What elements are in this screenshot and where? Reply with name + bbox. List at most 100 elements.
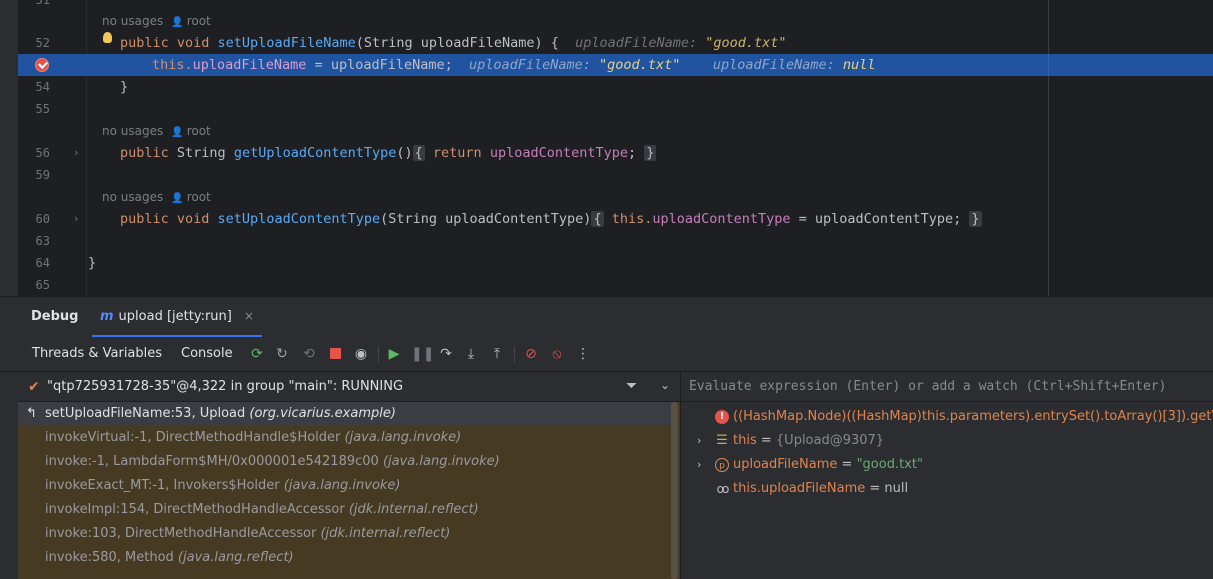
line-number: 56 (35, 146, 50, 160)
thread-selector[interactable]: ✔ "qtp725931728-35"@4,322 in group "main… (18, 372, 680, 402)
object-stack-icon: ☰ (716, 433, 728, 448)
frame-method: invoke:103, DirectMethodHandleAccessor (45, 526, 321, 541)
stop-icon[interactable] (326, 345, 344, 363)
code-line[interactable]: 65 (18, 274, 1213, 296)
equals-sign: = (837, 457, 857, 472)
author-name: root (186, 190, 211, 204)
frame-method: invokeExact_MT:-1, Invokers$Holder (45, 478, 284, 493)
lightbulb-icon[interactable] (103, 32, 112, 43)
code-text: } (120, 79, 129, 95)
restart-frame-icon[interactable]: ⟲ (300, 345, 318, 363)
right-margin-guide (1048, 54, 1049, 76)
parameter-icon: p (715, 458, 729, 472)
keyword-return: return (432, 145, 490, 161)
author-icon: 👤 (171, 17, 184, 28)
line-number: 55 (35, 102, 50, 116)
close-icon[interactable]: × (244, 309, 254, 323)
assignment-text: = uploadContentType; (790, 211, 962, 227)
stack-frames-list[interactable]: ↰ setUploadFileName:53, Upload (org.vica… (18, 402, 680, 579)
usages-hint[interactable]: no usages 👤 root (102, 187, 211, 207)
stack-frame[interactable]: invoke:-1, LambdaForm$MH/0x000001e542189… (18, 450, 673, 474)
rerun-icon[interactable]: ⟳ (248, 345, 266, 363)
frame-package: (java.lang.invoke) (382, 454, 500, 469)
line-number: 59 (35, 168, 50, 182)
expand-chevron-icon[interactable]: › (697, 429, 701, 453)
code-line[interactable]: 59 (18, 164, 1213, 186)
tab-console[interactable]: Console (181, 336, 233, 372)
variable-row[interactable]: › p uploadFileName = "good.txt" (681, 453, 1213, 477)
stack-frame[interactable]: invokeExact_MT:-1, Invokers$Holder (java… (18, 474, 673, 498)
code-line[interactable]: 51 (18, 0, 1213, 11)
stack-frame[interactable]: invoke:580, Method (java.lang.reflect) (18, 546, 673, 570)
code-line[interactable]: 55 (18, 98, 1213, 120)
fold-chevron-icon[interactable]: › (74, 142, 78, 164)
evaluate-expression-input[interactable]: Evaluate expression (Enter) or add a wat… (681, 372, 1213, 402)
code-line[interactable]: 54 } (18, 76, 1213, 98)
filter-icon[interactable]: ⏷ (626, 378, 637, 394)
usages-hint[interactable]: no usages 👤 root (102, 121, 211, 141)
step-over-icon[interactable]: ↷ (437, 345, 455, 363)
code-line[interactable]: 52 public void setUploadFileName(String … (18, 32, 1213, 54)
inline-value-label: uploadFileName: (712, 57, 843, 73)
chevron-down-icon[interactable]: ⌄ (660, 378, 670, 392)
folded-brace[interactable]: } (644, 145, 657, 161)
line-number: 51 (35, 0, 50, 7)
folded-brace[interactable]: { (412, 145, 425, 161)
code-line[interactable]: 60 › public void setUploadContentType(St… (18, 208, 1213, 230)
field-name: uploadFileName (192, 57, 307, 73)
step-into-icon[interactable]: ⤓ (462, 345, 480, 363)
more-options-icon[interactable]: ⋮ (574, 345, 592, 363)
keyword-public-void: public void (120, 211, 218, 227)
view-breakpoints-icon[interactable]: ⊘ (522, 345, 540, 363)
stack-frame[interactable]: invokeImpl:154, DirectMethodHandleAccess… (18, 498, 673, 522)
method-name: setUploadContentType (217, 211, 381, 227)
debug-session-tab[interactable]: m upload [jetty:run] × (92, 297, 262, 337)
watch-expression: ((HashMap.Node)((HashMap)this.parameters… (733, 409, 1213, 424)
field-name: uploadContentType (489, 145, 628, 161)
watch-row[interactable]: oo this.uploadFileName = null (681, 477, 1213, 501)
view-breakpoints-icon[interactable]: ◉ (352, 345, 370, 363)
frames-scrollbar[interactable] (671, 402, 678, 579)
toolbar-separator (378, 346, 379, 362)
fold-chevron-icon[interactable]: › (74, 208, 78, 230)
stack-frame-selected[interactable]: ↰ setUploadFileName:53, Upload (org.vica… (18, 402, 673, 426)
line-number: 63 (35, 234, 50, 248)
pause-icon[interactable]: ❚❚ (411, 345, 434, 363)
folded-brace[interactable]: { (591, 211, 604, 227)
mute-breakpoints-icon[interactable]: ⦸ (548, 345, 566, 363)
usages-hint[interactable]: no usages 👤 root (102, 11, 211, 31)
stack-frame[interactable]: invokeVirtual:-1, DirectMethodHandle$Hol… (18, 426, 673, 450)
watch-error-row[interactable]: ! ((HashMap.Node)((HashMap)this.paramete… (681, 405, 1213, 429)
step-out-icon[interactable]: ⤒ (488, 345, 506, 363)
code-text: this.uploadFileName = uploadFileName; up… (152, 54, 875, 76)
code-line[interactable]: 63 (18, 230, 1213, 252)
equals-sign: = (756, 433, 776, 448)
method-name: setUploadFileName (217, 35, 356, 51)
stack-frame[interactable]: invoke:103, DirectMethodHandleAccessor (… (18, 522, 673, 546)
usages-text: no usages (102, 14, 164, 28)
rerun-modified-icon[interactable]: ↻ (273, 345, 291, 363)
tab-threads-variables[interactable]: Threads & Variables (32, 336, 162, 372)
code-editor[interactable]: 51 no usages 👤 root 52 public void setUplo… (0, 0, 1213, 296)
breakpoint-icon[interactable] (35, 58, 49, 72)
code-line[interactable]: 64 } (18, 252, 1213, 274)
debug-header: Debug m upload [jetty:run] × (0, 296, 1213, 337)
frame-method: setUploadFileName:53, Upload (45, 406, 250, 421)
resume-icon[interactable]: ▶ (385, 345, 403, 363)
author-icon: 👤 (171, 127, 184, 138)
code-text: public String getUploadContentType(){ re… (120, 142, 657, 164)
thread-label: "qtp725931728-35"@4,322 in group "main":… (47, 379, 404, 394)
editor-left-strip (0, 0, 18, 296)
variable-row[interactable]: › ☰ this = {Upload@9307} (681, 429, 1213, 453)
frame-package: (jdk.internal.reflect) (320, 526, 451, 541)
code-line[interactable]: 56 › public String getUploadContentType(… (18, 142, 1213, 164)
inline-value: "good.txt" (599, 57, 681, 73)
inline-value: "good.txt" (705, 35, 787, 51)
code-text: public void setUploadContentType(String … (120, 208, 982, 230)
folded-brace[interactable]: } (969, 211, 982, 227)
debug-title: Debug (31, 309, 79, 324)
expand-chevron-icon[interactable]: › (697, 453, 701, 477)
current-execution-line[interactable]: 53 this.uploadFileName = uploadFileName;… (18, 54, 1213, 76)
variable-name: this (733, 433, 757, 448)
session-label: upload [jetty:run] (118, 308, 232, 324)
